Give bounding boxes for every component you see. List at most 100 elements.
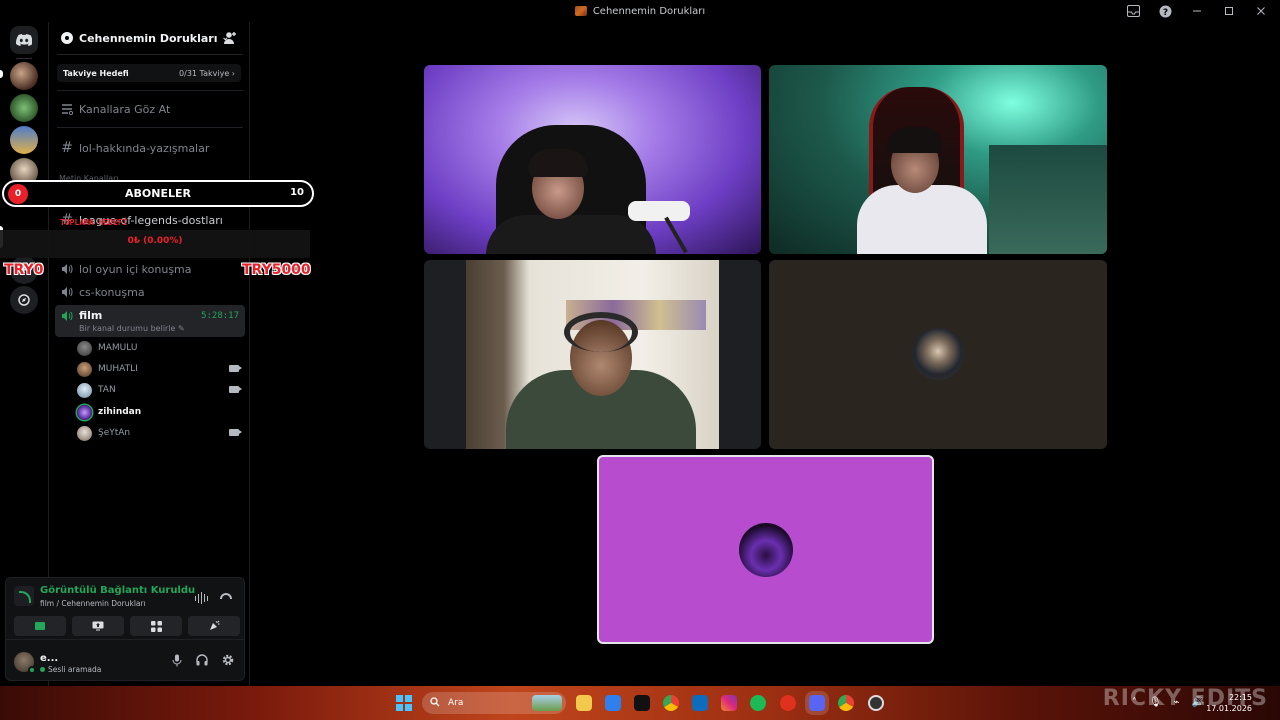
discord-taskbar-icon[interactable] [809,695,825,711]
divider [57,54,243,55]
video-tile-5-focused[interactable] [597,455,934,644]
boost-progress: 0/31 Takviye [179,68,230,78]
invite-people-icon[interactable] [223,31,237,45]
window-title-text: Cehennemin Dorukları [592,5,706,17]
discover-button[interactable] [10,286,38,314]
voice-channel-lol-oyun[interactable]: lol oyun içi konuşma [55,258,245,280]
username[interactable]: e... [40,653,58,664]
goal-text: 0₺ (0.00%) [127,236,183,246]
subs-label: ABONELER [125,187,191,200]
camera-button[interactable] [14,616,66,636]
channel-label: film [79,309,103,322]
speaker-icon [62,264,73,274]
headphones-icon[interactable] [196,654,208,670]
soundboard-icon [210,620,220,630]
voice-channel-cs[interactable]: cs-konuşma [55,281,245,303]
voice-member[interactable]: zihindan [77,402,245,422]
voice-location[interactable]: film / Cehennemin Dorukları [40,599,146,608]
video-tile-2[interactable] [769,65,1107,254]
signal-icon[interactable] [14,586,34,606]
voice-dot-icon [40,667,45,672]
channel-status-input[interactable]: Bir kanal durumu belirle ✎ [79,324,239,333]
voice-member[interactable]: ŞeYtAn [77,423,245,443]
video-tile-4[interactable] [769,260,1107,449]
voice-status: Görüntülü Bağlantı Kuruldu [40,585,196,596]
app-icon-circle[interactable] [868,695,884,711]
instagram-icon[interactable] [721,695,737,711]
server-icon-1[interactable] [10,62,38,90]
subscriber-goal-overlay: 0 ABONELER 10 [2,180,314,207]
app-icon-red[interactable] [780,695,796,711]
goal-min-label: TRY0 [4,262,44,278]
help-icon[interactable]: ? [1156,2,1174,20]
camera-feed [466,260,719,449]
channel-lol-hakkinda[interactable]: # lol-hakkında-yazışmalar [55,137,245,159]
boost-label: Takviye Hedefi [63,68,129,78]
voice-member[interactable]: MAMULU [77,338,245,358]
spotify-icon[interactable] [750,695,766,711]
mail-icon[interactable] [692,695,708,711]
camera-icon [229,429,242,436]
server-badge-icon [61,32,73,44]
pencil-icon: ✎ [178,324,185,333]
file-explorer-icon[interactable] [576,695,592,711]
windows-taskbar: Ara ˄ 🎙 ⌁ 🔊 22:15 17.01.2026 RICKY EDITS [0,686,1280,720]
unread-indicator [0,70,3,78]
server-icon [574,6,587,16]
video-tile-1[interactable] [424,65,761,254]
microphone-icon[interactable] [172,654,182,670]
activities-button[interactable] [130,616,182,636]
video-tile-3[interactable] [424,260,761,449]
chrome-icon-2[interactable] [838,695,854,711]
store-icon[interactable] [605,695,621,711]
speaker-icon [62,310,73,321]
noise-suppression-icon[interactable] [194,592,208,604]
rail-separator [16,58,32,59]
settings-gear-icon[interactable] [222,654,234,670]
person-body [486,215,656,254]
close-icon[interactable] [1252,2,1270,20]
boost-goal-bar[interactable]: Takviye Hedefi 0/31 Takviye › [57,64,241,82]
soundboard-button[interactable] [188,616,240,636]
screen-share-button[interactable] [72,616,124,636]
voice-channel-film[interactable]: film 5:28:17 Bir kanal durumu belirle ✎ [55,305,245,337]
start-button[interactable] [396,695,412,711]
inbox-icon[interactable] [1124,2,1142,20]
avatar [77,340,92,356]
browse-channels[interactable]: Kanallara Göz At [55,98,245,120]
svg-text:?: ? [1162,8,1167,18]
watermark-logo: RICKY EDITS [1102,686,1268,711]
divider [57,127,243,128]
user-status-text: Sesli aramada [48,665,102,674]
goal-header: TOPLAMA HEDEFİ [60,218,128,227]
voice-member[interactable]: MUHATLI [77,359,245,379]
server-icon-3[interactable] [10,126,38,154]
avatar [77,425,92,441]
person-hair [528,149,588,177]
minimize-icon[interactable] [1188,2,1206,20]
person-body [857,185,987,254]
discord-logo-icon [16,34,32,46]
title-bar: Cehennemin Dorukları ? [0,0,1280,22]
server-header[interactable]: Cehennemin Dorukları ⌄ [49,22,249,54]
discord-home-button[interactable] [10,26,38,54]
microphone [628,201,690,221]
server-icon-2[interactable] [10,94,38,122]
channel-label: lol-hakkında-yazışmalar [79,141,210,155]
maximize-icon[interactable] [1220,2,1238,20]
screen-share-icon [92,621,104,631]
voice-connection-panel: Görüntülü Bağlantı Kuruldu film / Cehenn… [5,577,245,639]
taskbar-search[interactable]: Ara [422,692,566,714]
browse-channels-label: Kanallara Göz At [79,102,171,116]
user-panel: e... Sesli aramada [5,639,245,681]
divider [57,90,243,91]
search-placeholder: Ara [448,698,464,708]
voice-member[interactable]: TAN [77,380,245,400]
disconnect-icon[interactable] [220,593,232,599]
epic-games-icon[interactable] [634,695,650,711]
mic-arm [664,216,688,254]
member-name: TAN [98,385,116,395]
chrome-icon[interactable] [663,695,679,711]
camera-icon [229,386,242,393]
member-name: MUHATLI [98,364,138,374]
